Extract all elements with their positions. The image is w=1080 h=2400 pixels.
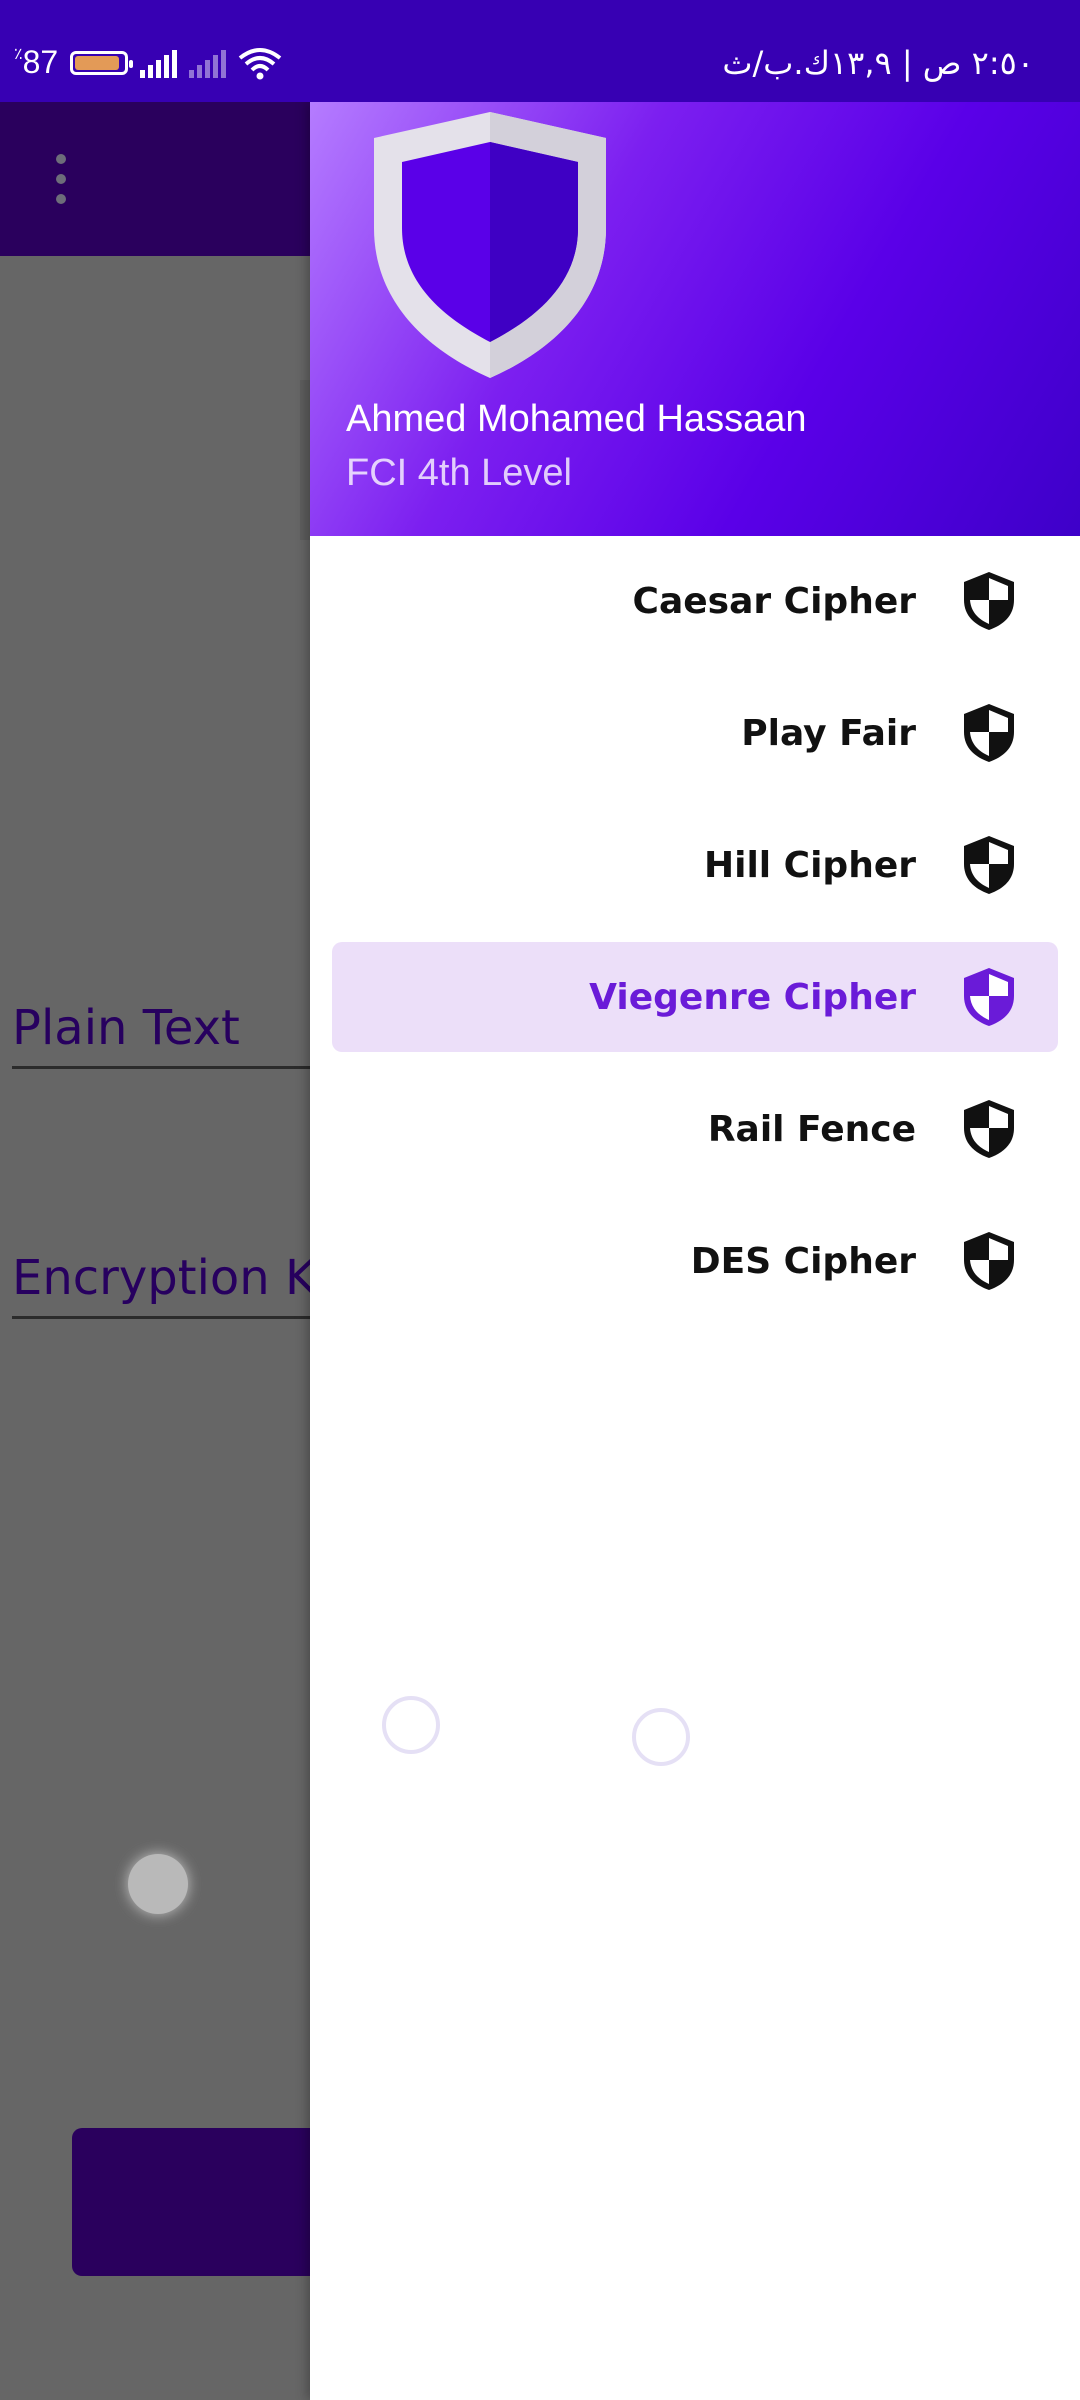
touch-ripple-indicator	[382, 1696, 440, 1754]
shield-icon	[964, 968, 1014, 1026]
menu-item-label: Play Fair	[741, 712, 916, 754]
menu-item-play-fair[interactable]: Play Fair	[332, 678, 1058, 788]
wifi-icon	[238, 47, 282, 79]
shield-icon	[964, 836, 1014, 894]
menu-item-label: DES Cipher	[690, 1240, 916, 1282]
menu-item-hill-cipher[interactable]: Hill Cipher	[332, 810, 1058, 920]
status-left-group: ٪87	[14, 44, 282, 81]
drawer-header: Ahmed Mohamed Hassaan FCI 4th Level	[310, 102, 1080, 536]
battery-percentage: ٪87	[14, 44, 59, 80]
shield-logo-icon	[374, 112, 606, 378]
overflow-menu-icon[interactable]	[54, 154, 68, 204]
status-time-speed: ٢:٥٠ ص | ١٣,٩ك.ب/ث	[722, 44, 1034, 82]
menu-item-caesar-cipher[interactable]: Caesar Cipher	[332, 546, 1058, 656]
menu-item-label: Caesar Cipher	[632, 580, 916, 622]
menu-item-viegenre-cipher[interactable]: Viegenre Cipher	[332, 942, 1058, 1052]
menu-item-label: Hill Cipher	[703, 844, 916, 886]
shield-icon	[964, 572, 1014, 630]
touch-indicator	[128, 1854, 188, 1914]
menu-item-rail-fence[interactable]: Rail Fence	[332, 1074, 1058, 1184]
user-level: FCI 4th Level	[346, 452, 572, 494]
shield-icon	[964, 1100, 1014, 1158]
shield-icon	[964, 1232, 1014, 1290]
user-name: Ahmed Mohamed Hassaan	[346, 398, 807, 440]
touch-ripple-indicator	[632, 1708, 690, 1766]
menu-item-label: Rail Fence	[707, 1108, 916, 1150]
shield-icon	[964, 704, 1014, 762]
battery-icon	[70, 50, 134, 75]
status-bar: ٪87 ٢:٥٠ ص | ١٣,٩ك.ب/ث	[0, 0, 1080, 102]
menu-item-des-cipher[interactable]: DES Cipher	[332, 1206, 1058, 1316]
navigation-drawer: Ahmed Mohamed Hassaan FCI 4th Level Caes…	[310, 102, 1080, 2400]
signal-strength-2-icon	[189, 48, 227, 78]
signal-strength-icon	[140, 48, 178, 78]
menu-item-label: Viegenre Cipher	[589, 976, 916, 1018]
